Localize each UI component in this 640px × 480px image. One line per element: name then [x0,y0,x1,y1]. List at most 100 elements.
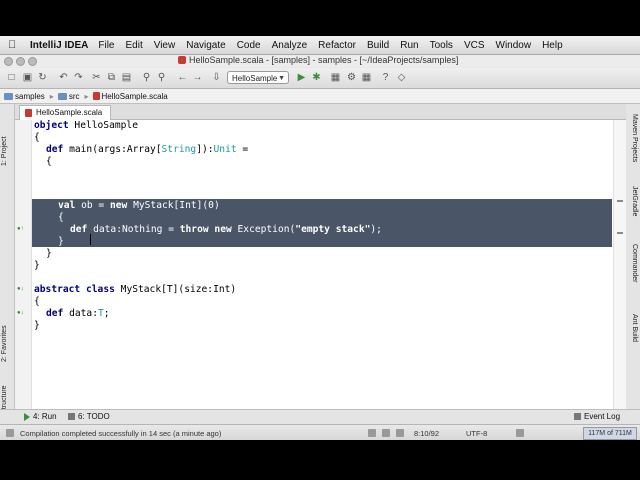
inspector-icon[interactable] [396,429,404,437]
copy-icon[interactable]: ⧉ [106,72,117,83]
implemented-marker-icon[interactable]: ●↓ [17,286,24,292]
redo-icon[interactable]: ↷ [73,72,84,83]
breadcrumb: samples ▸ src ▸ HelloSample.scala [0,89,640,104]
left-tool-strip: 1: Project 2: Favorites Z: Structure [0,104,15,422]
tab-hellosample[interactable]: HelloSample.scala [19,105,112,120]
menu-edit[interactable]: Edit [125,40,142,51]
make-project-icon[interactable]: ⇩ [211,72,222,83]
tool-favorites[interactable]: 2: Favorites [1,325,8,362]
close-window-icon[interactable] [4,57,13,66]
settings-icon[interactable]: ⚙ [346,72,357,83]
code-line: { [34,132,40,143]
text-cursor [90,234,91,245]
menu-navigate[interactable]: Navigate [186,40,225,51]
menu-view[interactable]: View [154,40,176,51]
run-configuration-select[interactable]: HelloSample ▼ [227,71,289,84]
code-editor[interactable]: ●↑ ●↓ ●↓ object HelloSample { def main(a… [15,120,626,420]
tool-todo[interactable]: 6: TODO [68,412,110,421]
tool-event-log-label: Event Log [584,412,621,421]
event-log-icon [574,413,581,420]
breadcrumb-src[interactable]: src ▸ [57,92,89,101]
menu-analyze[interactable]: Analyze [272,40,308,51]
code-area[interactable]: object HelloSample { def main(args:Array… [32,120,612,420]
idea-plugin-icon[interactable]: ◇ [396,72,407,83]
code-line: } [34,320,40,331]
file-encoding[interactable]: UTF-8 [466,429,487,438]
override-marker-icon[interactable]: ●↑ [17,226,24,232]
run-icon[interactable]: ▶ [296,72,307,83]
find-icon[interactable]: ⚲ [141,72,152,83]
scala-file-icon [25,109,32,117]
tool-jetgradle[interactable]: JetGradle [631,186,638,216]
paste-icon[interactable]: ▤ [121,72,132,83]
undo-icon[interactable]: ↶ [58,72,69,83]
breadcrumb-file-label: HelloSample.scala [101,91,168,101]
app-menu[interactable]: IntelliJ IDEA [30,40,88,51]
scroll-marker[interactable] [617,200,623,202]
editor-scrollbar[interactable] [613,120,626,420]
code-line: } [58,236,64,247]
menu-run[interactable]: Run [400,40,418,51]
menu-bar:  IntelliJ IDEA File Edit View Navigate … [0,36,640,55]
menu-window[interactable]: Window [496,40,532,51]
project-structure-icon[interactable]: ▦ [361,72,372,83]
menu-tools[interactable]: Tools [430,40,453,51]
folder-icon [57,92,67,100]
back-icon[interactable]: ← [177,72,188,83]
code-line: { [58,212,64,223]
tool-ant-build[interactable]: Ant Build [631,314,638,342]
attach-icon[interactable]: ▦ [330,72,341,83]
help-icon[interactable]: ? [380,72,391,83]
status-message[interactable]: Compilation completed successfully in 14… [20,429,221,438]
open-folder-icon[interactable]: □ [6,72,17,83]
apple-icon[interactable]:  [8,39,22,51]
breadcrumb-project[interactable]: samples ▸ [4,92,54,101]
ide-window:  IntelliJ IDEA File Edit View Navigate … [0,36,640,440]
menu-vcs[interactable]: VCS [464,40,485,51]
editor-gutter: ●↑ ●↓ ●↓ [15,120,32,420]
cut-icon[interactable]: ✂ [91,72,102,83]
folder-icon [4,92,13,100]
menu-build[interactable]: Build [367,40,389,51]
scroll-marker[interactable] [617,232,623,234]
code-line: } [46,248,52,259]
save-all-icon[interactable]: ▣ [22,72,33,83]
caret-position[interactable]: 8:10/92 [414,429,439,438]
tool-run[interactable]: 4: Run [24,412,57,421]
breadcrumb-file[interactable]: HelloSample.scala [92,91,168,101]
settings-icon[interactable] [368,429,376,437]
lock-icon[interactable] [382,429,390,437]
status-bar: Compilation completed successfully in 14… [0,424,640,440]
debug-icon[interactable]: ✱ [311,72,322,83]
minimize-window-icon[interactable] [16,57,25,66]
synchronize-icon[interactable]: ↻ [37,72,48,83]
menu-help[interactable]: Help [542,40,563,51]
tool-project[interactable]: 1: Project [1,136,8,166]
memory-indicator[interactable]: 117M of 711M [583,427,637,440]
tool-windows-icon[interactable] [6,429,14,437]
menu-code[interactable]: Code [237,40,261,51]
readonly-toggle-icon[interactable] [516,429,524,437]
implemented-marker-icon[interactable]: ●↓ [17,310,24,316]
todo-icon [68,413,75,420]
replace-icon[interactable]: ⚲ [156,72,167,83]
run-configuration-value: HelloSample [232,74,278,83]
tool-event-log[interactable]: Event Log [574,412,620,421]
scala-file-icon [92,92,100,100]
bottom-tool-strip: 4: Run 6: TODO Event Log [0,409,640,424]
code-line: def data:T; [46,308,110,319]
menu-refactor[interactable]: Refactor [318,40,356,51]
main-toolbar: □ ▣ ↻ ↶ ↷ ✂ ⧉ ▤ ⚲ ⚲ ← → ⇩ HelloSample ▼ … [0,68,640,89]
tool-commander[interactable]: Commander [631,244,638,283]
menu-file[interactable]: File [98,40,114,51]
forward-icon[interactable]: → [192,72,203,83]
zoom-window-icon[interactable] [28,57,37,66]
tool-maven-projects[interactable]: Maven Projects [631,114,638,162]
window-controls[interactable] [4,57,37,66]
window-title-text: HelloSample.scala - [samples] - samples … [189,55,459,65]
code-line: { [46,156,52,167]
tab-label: HelloSample.scala [36,108,103,117]
code-line: { [34,296,40,307]
code-line: def data:Nothing = throw new Exception("… [70,224,382,235]
window-title-bar: HelloSample.scala - [samples] - samples … [0,55,640,67]
